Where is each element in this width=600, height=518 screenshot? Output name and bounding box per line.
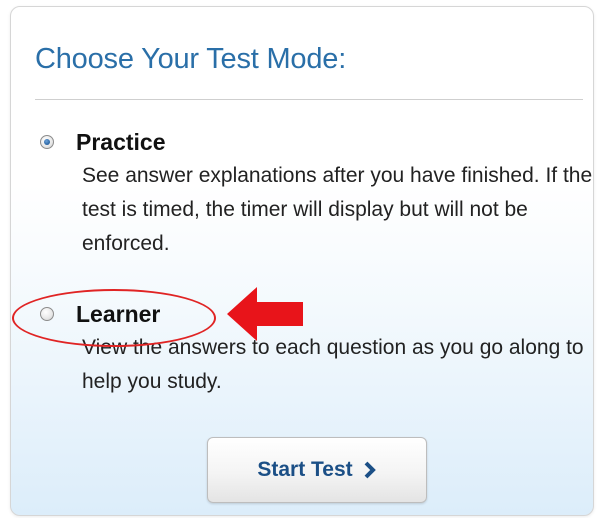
left-arrow-icon xyxy=(227,287,303,341)
practice-description: See answer explanations after you have f… xyxy=(82,164,593,255)
test-mode-panel: Choose Your Test Mode: Practice See answ… xyxy=(10,6,594,516)
highlight-ellipse xyxy=(12,289,216,347)
title-divider xyxy=(35,99,583,100)
start-test-label: Start Test xyxy=(257,458,353,481)
start-test-button[interactable]: Start Test xyxy=(207,437,427,503)
practice-radio[interactable] xyxy=(40,135,54,149)
panel-title: Choose Your Test Mode: xyxy=(35,43,347,75)
chevron-right-icon xyxy=(364,461,376,479)
practice-label[interactable]: Practice xyxy=(76,129,166,156)
option-practice[interactable]: Practice See answer explanations after y… xyxy=(35,125,595,261)
option-practice-header[interactable]: Practice xyxy=(35,125,595,159)
